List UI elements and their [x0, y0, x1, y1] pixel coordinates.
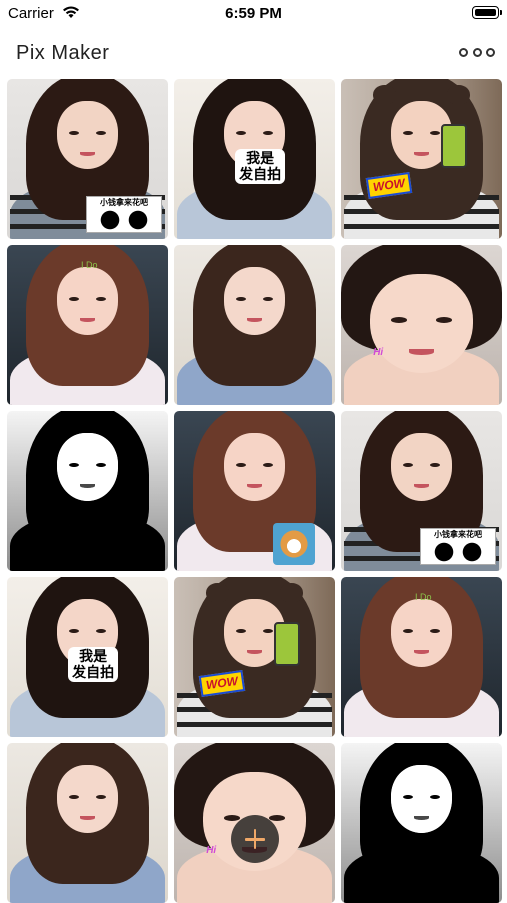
hi-sticker: Hi — [206, 845, 216, 856]
face-mouth — [80, 484, 95, 488]
panda-meme-sticker: 小钱拿来花吧 — [420, 528, 496, 565]
face-eye — [236, 463, 246, 467]
photo-tile[interactable]: Hi — [341, 245, 502, 405]
photo-subject-face — [57, 101, 118, 168]
status-time: 6:59 PM — [0, 5, 507, 22]
panda-meme-sticker: 小钱拿来花吧 — [86, 196, 162, 233]
face-mouth — [414, 816, 429, 820]
photo-subject-face — [57, 433, 118, 500]
photo-subject-face — [391, 433, 452, 500]
face-eye — [69, 297, 79, 301]
caption-sticker: 我是 发自拍 — [68, 647, 118, 682]
face-eye — [96, 463, 106, 467]
face-eye — [430, 131, 440, 135]
status-bar: Carrier 6:59 PM — [0, 0, 507, 28]
face-eye — [96, 795, 106, 799]
face-mouth — [409, 349, 434, 355]
panda-face-icon — [423, 542, 493, 562]
phone-prop — [274, 622, 300, 666]
i-do-sticker: I Do — [81, 261, 98, 271]
face-eye — [263, 463, 273, 467]
face-eye — [263, 297, 273, 301]
dog-sticker — [273, 523, 315, 565]
panda-face-icon — [89, 210, 159, 230]
more-options-button[interactable] — [459, 45, 495, 59]
face-eye — [69, 131, 79, 135]
face-eye — [96, 297, 106, 301]
face-eye — [69, 629, 79, 633]
photo-subject-face — [57, 267, 118, 334]
bear-ear-headband — [206, 583, 229, 602]
hi-sticker: Hi — [373, 347, 383, 358]
face-mouth — [80, 318, 95, 322]
face-eye — [263, 629, 273, 633]
face-eye — [236, 131, 246, 135]
face-mouth — [80, 152, 95, 156]
photo-tile[interactable] — [174, 245, 335, 405]
photo-tile[interactable] — [341, 743, 502, 903]
face-eye — [403, 131, 413, 135]
photo-tile[interactable]: WOW — [174, 577, 335, 737]
face-eye — [236, 297, 246, 301]
shirt-stripe — [344, 224, 499, 229]
panda-sticker-caption: 小钱拿来花吧 — [89, 199, 159, 208]
nav-bar: Pix Maker — [0, 28, 507, 76]
photo-tile[interactable] — [174, 411, 335, 571]
face-eye — [430, 795, 440, 799]
face-mouth — [414, 484, 429, 488]
face-eye — [391, 317, 407, 323]
photo-subject-face — [391, 765, 452, 832]
i-do-sticker: I Do — [415, 593, 432, 603]
photo-subject-face — [391, 599, 452, 666]
face-eye — [403, 463, 413, 467]
face-mouth — [414, 152, 429, 156]
bear-ear-headband — [373, 85, 396, 104]
face-mouth — [414, 650, 429, 654]
face-eye — [263, 131, 273, 135]
photo-tile[interactable]: 小钱拿来花吧 — [7, 79, 168, 239]
photo-tile[interactable]: 我是 发自拍 — [174, 79, 335, 239]
face-eye — [96, 629, 106, 633]
battery-icon — [472, 6, 499, 19]
face-eye — [69, 463, 79, 467]
photo-subject-face — [224, 433, 285, 500]
photo-tile[interactable]: I Do — [341, 577, 502, 737]
photo-tile[interactable]: 我是 发自拍 — [7, 577, 168, 737]
phone-prop — [441, 124, 467, 168]
photo-tile[interactable]: WOW — [341, 79, 502, 239]
photo-subject-face — [370, 274, 473, 373]
bear-ear-headband — [280, 583, 303, 602]
add-photo-button[interactable] — [231, 815, 279, 863]
page-title: Pix Maker — [16, 42, 109, 65]
photo-grid: 小钱拿来花吧我是 发自拍WOWI DoHi小钱拿来花吧我是 发自拍WOWI Do… — [7, 79, 501, 903]
face-eye — [430, 629, 440, 633]
face-mouth — [247, 318, 262, 322]
photo-subject-face — [224, 267, 285, 334]
photo-tile[interactable]: I Do — [7, 245, 168, 405]
face-mouth — [247, 650, 262, 654]
face-eye — [430, 463, 440, 467]
face-eye — [436, 317, 452, 323]
caption-sticker: 我是 发自拍 — [235, 149, 285, 184]
face-eye — [403, 795, 413, 799]
shirt-stripe — [177, 722, 332, 727]
photo-tile[interactable] — [7, 411, 168, 571]
more-circles-icon — [473, 48, 482, 57]
face-mouth — [80, 816, 95, 820]
photo-tile[interactable] — [7, 743, 168, 903]
bear-ear-headband — [447, 85, 470, 104]
face-eye — [224, 815, 240, 821]
face-eye — [403, 629, 413, 633]
face-eye — [96, 131, 106, 135]
face-eye — [236, 629, 246, 633]
face-mouth — [247, 484, 262, 488]
face-eye — [69, 795, 79, 799]
more-circles-icon — [486, 48, 495, 57]
photo-tile[interactable]: 小钱拿来花吧 — [341, 411, 502, 571]
photo-subject-face — [57, 765, 118, 832]
panda-sticker-caption: 小钱拿来花吧 — [423, 531, 493, 540]
more-circles-icon — [459, 48, 468, 57]
